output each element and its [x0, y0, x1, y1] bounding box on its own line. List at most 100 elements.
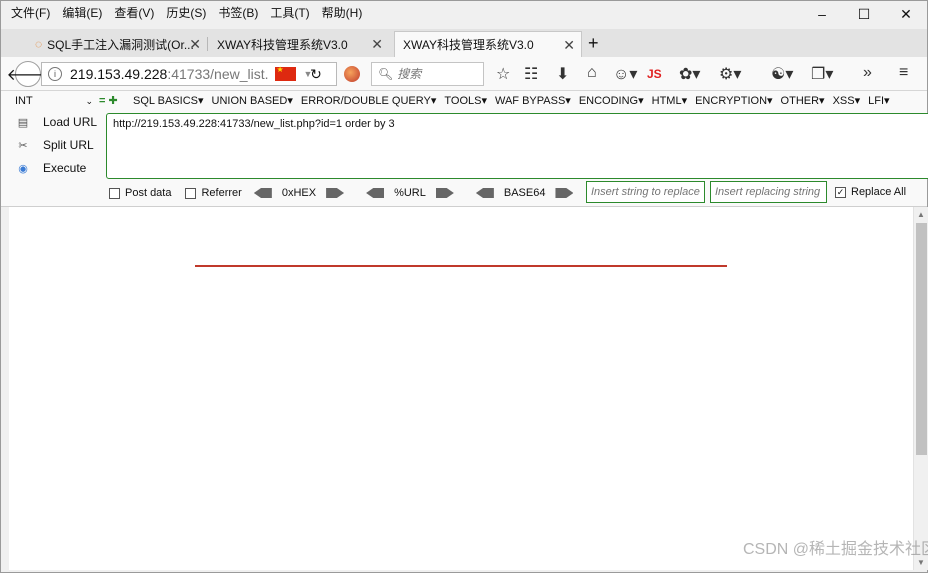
replace-string-input[interactable] [586, 181, 705, 203]
hackbar-url-textarea[interactable] [106, 113, 928, 179]
replace-all-toggle[interactable]: ✓ Replace All [835, 186, 906, 198]
tab-bar: ◌ SQL手工注入漏洞测试(Or... ✕ XWAY科技管理系统V3.0 ✕ X… [1, 29, 927, 57]
reader-list-icon[interactable]: ☷ [524, 64, 538, 84]
tab-xway-active[interactable]: XWAY科技管理系统V3.0 ✕ [394, 31, 582, 57]
execute-icon: ◉ [18, 162, 28, 175]
execute-button[interactable]: ◉ Execute [15, 161, 86, 175]
new-tab-button[interactable]: + [588, 33, 599, 54]
menu-tools[interactable]: 工具(T) [270, 4, 309, 21]
menu-lfi[interactable]: LFI▾ [868, 94, 889, 107]
hex-label: 0xHEX [281, 187, 317, 199]
window-controls: – ☐ ✕ [801, 1, 927, 27]
url-path: :41733/new_list. [167, 66, 269, 82]
loading-icon: ◌ [35, 37, 43, 51]
hackbar-options: Post data Referrer 0xHEX %URL BASE64 [109, 184, 574, 202]
menu-file[interactable]: 文件(F) [11, 4, 50, 21]
hex-decode-arrow-icon[interactable] [253, 188, 272, 198]
overflow-icon[interactable]: » [863, 64, 872, 82]
base64-decode-arrow-icon[interactable] [475, 188, 494, 198]
menu-union-based[interactable]: UNION BASED▾ [212, 94, 293, 107]
menu-waf-bypass[interactable]: WAF BYPASS▾ [495, 94, 571, 107]
tab-close-icon[interactable]: ✕ [563, 37, 575, 54]
split-url-button[interactable]: ✂ Split URL [15, 138, 94, 152]
color-addon-icon[interactable]: ✿▾ [679, 64, 700, 84]
privacy-addon-icon[interactable]: ☯▾ [771, 64, 793, 84]
tab-xway-1[interactable]: XWAY科技管理系统V3.0 ✕ [209, 31, 389, 57]
execute-label: Execute [43, 161, 87, 175]
face-addon-icon[interactable]: ☺▾ [613, 64, 637, 84]
js-addon-icon[interactable]: JS [647, 67, 662, 81]
page-content [9, 207, 913, 570]
menu-edit[interactable]: 编辑(E) [62, 4, 102, 21]
vertical-scrollbar[interactable]: ▲ ▼ [913, 207, 928, 570]
pages-addon-icon[interactable]: ❐▾ [811, 64, 833, 84]
search-box[interactable]: 🔍︎ [371, 62, 484, 86]
type-select-value: INT [15, 95, 33, 107]
menu-xss[interactable]: XSS▾ [833, 94, 861, 107]
replace-all-checkbox[interactable]: ✓ [835, 186, 846, 198]
scroll-down-icon[interactable]: ▼ [917, 558, 925, 567]
load-url-icon: ▤ [17, 116, 29, 129]
china-flag-icon [274, 65, 296, 81]
url-decode-arrow-icon[interactable] [366, 188, 385, 198]
menu-other[interactable]: OTHER▾ [781, 94, 825, 107]
bookmark-star-icon[interactable]: ☆ [496, 64, 510, 84]
post-data-checkbox[interactable] [109, 187, 120, 199]
tab-title: XWAY科技管理系统V3.0 [403, 38, 534, 52]
menu-view[interactable]: 查看(V) [114, 4, 154, 21]
tab-close-icon[interactable]: ✕ [371, 36, 383, 53]
replacing-string-input[interactable] [710, 181, 827, 203]
settings-addon-icon[interactable]: ⚙▾ [719, 64, 741, 84]
download-icon[interactable]: ⬇ [556, 64, 569, 84]
hex-encode-arrow-icon[interactable] [326, 188, 345, 198]
menu-error-double-query[interactable]: ERROR/DOUBLE QUERY▾ [301, 94, 437, 107]
load-url-label: Load URL [43, 115, 98, 129]
tab-title: XWAY科技管理系统V3.0 [217, 37, 348, 52]
browser-window: 文件(F) 编辑(E) 查看(V) 历史(S) 书签(B) 工具(T) 帮助(H… [0, 0, 928, 573]
hackbar-panel: ▤ Load URL ✂ Split URL ◉ Execute Post da… [1, 111, 928, 207]
search-icon: 🔍︎ [378, 67, 394, 81]
info-icon[interactable]: i [48, 67, 62, 81]
referrer-checkbox[interactable] [185, 187, 197, 199]
menu-encryption[interactable]: ENCRYPTION▾ [695, 94, 772, 107]
hackbar-toggle-icon[interactable]: = ✚ [99, 94, 118, 107]
chevron-down-icon: ⌄ [85, 95, 93, 106]
menu-html[interactable]: HTML▾ [652, 94, 687, 107]
home-icon[interactable]: ⌂ [587, 64, 597, 82]
tab-separator [207, 37, 208, 51]
split-url-icon: ✂ [18, 139, 28, 152]
split-url-label: Split URL [43, 138, 94, 152]
referrer-label: Referrer [201, 187, 242, 199]
menu-bookmarks[interactable]: 书签(B) [218, 4, 258, 21]
url-bar[interactable]: i 219.153.49.228 :41733/new_list. ▼ [41, 62, 337, 86]
url-encode-arrow-icon[interactable] [435, 188, 454, 198]
addon-icon[interactable] [344, 66, 360, 82]
tab-title: SQL手工注入漏洞测试(Or... [47, 37, 194, 52]
load-url-button[interactable]: ▤ Load URL [15, 115, 97, 129]
replace-all-label: Replace All [851, 186, 907, 198]
type-select[interactable]: INT ⌄ [15, 93, 95, 109]
red-divider-line [195, 265, 727, 267]
menu-tools-hack[interactable]: TOOLS▾ [444, 94, 487, 107]
back-button[interactable]: 🡐 [7, 61, 49, 87]
search-input[interactable] [397, 67, 478, 81]
tab-sql-injection[interactable]: ◌ SQL手工注入漏洞测试(Or... ✕ [27, 31, 207, 57]
base64-encode-arrow-icon[interactable] [555, 188, 574, 198]
menu-help[interactable]: 帮助(H) [322, 4, 363, 21]
tab-close-icon[interactable]: ✕ [189, 36, 201, 53]
nav-bar: 🡐 i 219.153.49.228 :41733/new_list. ▼ ↻ … [1, 57, 927, 91]
reload-icon: ↻ [310, 65, 322, 82]
scroll-thumb[interactable] [916, 223, 927, 455]
menu-bar: 文件(F) 编辑(E) 查看(V) 历史(S) 书签(B) 工具(T) 帮助(H… [1, 1, 927, 23]
hackbar-menu-items: SQL BASICS▾ UNION BASED▾ ERROR/DOUBLE QU… [133, 94, 898, 107]
reload-button[interactable]: ↻ [303, 64, 329, 84]
url-host: 219.153.49.228 [70, 66, 168, 82]
hamburger-menu-icon[interactable]: ≡ [899, 64, 908, 82]
menu-sql-basics[interactable]: SQL BASICS▾ [133, 94, 204, 107]
maximize-button[interactable]: ☐ [843, 1, 885, 27]
menu-history[interactable]: 历史(S) [166, 4, 206, 21]
close-window-button[interactable]: ✕ [885, 1, 927, 27]
menu-encoding[interactable]: ENCODING▾ [579, 94, 644, 107]
scroll-up-icon[interactable]: ▲ [917, 210, 925, 219]
minimize-button[interactable]: – [801, 1, 843, 27]
